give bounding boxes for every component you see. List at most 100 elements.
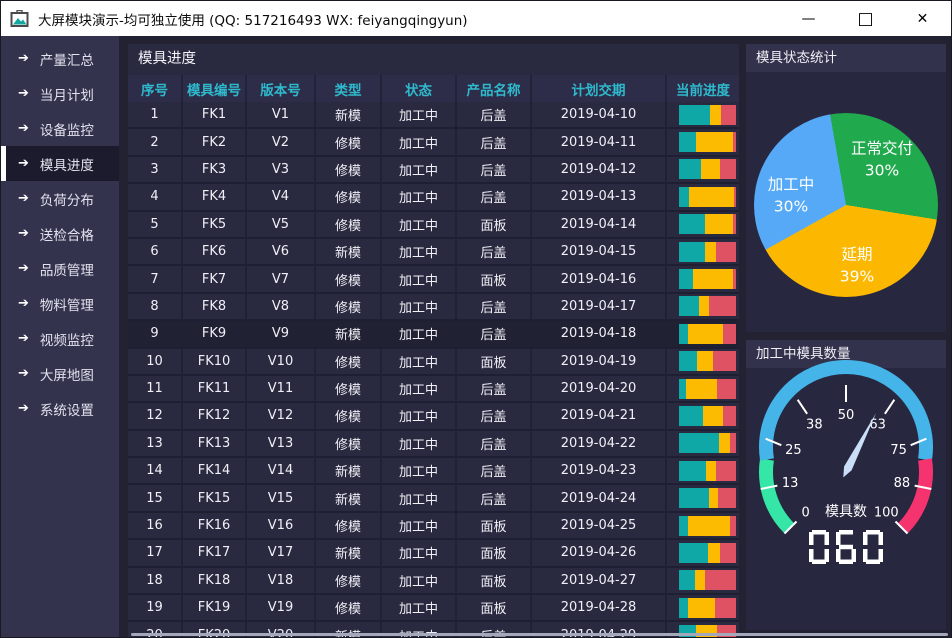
table-cell: 2019-04-26 xyxy=(532,540,667,565)
table-cell: FK10 xyxy=(183,349,247,374)
progress-bar xyxy=(679,570,736,590)
table-cell: 4 xyxy=(128,184,183,209)
progress-bar xyxy=(679,187,736,207)
progress-cell xyxy=(667,239,739,264)
progress-done xyxy=(679,242,705,262)
table-row[interactable]: 15FK15V15新模加工中后盖2019-04-24 xyxy=(128,485,739,512)
sidebar-item[interactable]: ➔物料管理 xyxy=(1,286,119,321)
table-cell: 2019-04-27 xyxy=(532,568,667,593)
close-button[interactable]: ✕ xyxy=(894,1,951,36)
progress-delay xyxy=(721,105,736,125)
table-cell: V7 xyxy=(247,266,316,291)
progress-doing xyxy=(709,488,719,508)
table-row[interactable]: 6FK6V6新模加工中后盖2019-04-15 xyxy=(128,239,739,266)
table-cell: 修模 xyxy=(316,349,382,374)
table-row[interactable]: 5FK5V5修模加工中面板2019-04-14 xyxy=(128,212,739,239)
minimize-button[interactable]: — xyxy=(780,1,837,36)
progress-doing xyxy=(688,598,715,618)
progress-cell xyxy=(667,595,739,620)
table-row[interactable]: 18FK18V18修模加工中面板2019-04-27 xyxy=(128,568,739,595)
table-row[interactable]: 14FK14V14新模加工中后盖2019-04-23 xyxy=(128,458,739,485)
table-cell: 加工中 xyxy=(382,184,457,209)
progress-doing xyxy=(701,159,720,179)
table-cell: 2019-04-21 xyxy=(532,403,667,428)
table-row[interactable]: 12FK12V12修模加工中后盖2019-04-21 xyxy=(128,403,739,430)
sidebar-item-label: 视频监控 xyxy=(40,329,94,349)
table-cell: V5 xyxy=(247,212,316,237)
progress-delay xyxy=(717,379,736,399)
maximize-button[interactable]: □ xyxy=(837,1,894,36)
progress-cell xyxy=(667,376,739,401)
table-cell: 修模 xyxy=(316,376,382,401)
arrow-icon: ➔ xyxy=(18,401,29,416)
gauge-tick-label: 63 xyxy=(869,418,886,433)
progress-delay xyxy=(733,132,736,152)
progress-cell xyxy=(667,485,739,510)
table-cell: 18 xyxy=(128,568,183,593)
table-cell: V2 xyxy=(247,129,316,154)
sidebar-item[interactable]: ➔模具进度 xyxy=(1,146,119,181)
progress-cell xyxy=(667,568,739,593)
table-cell: 加工中 xyxy=(382,513,457,538)
table-cell: 13 xyxy=(128,431,183,456)
sidebar-item[interactable]: ➔大屏地图 xyxy=(1,356,119,391)
table-cell: 2019-04-12 xyxy=(532,157,667,182)
bottom-scrollbar[interactable] xyxy=(131,633,948,636)
sidebar-item[interactable]: ➔品质管理 xyxy=(1,251,119,286)
table-cell: 后盖 xyxy=(457,485,532,510)
digit-segment xyxy=(863,549,868,562)
table-row[interactable]: 16FK16V16修模加工中面板2019-04-25 xyxy=(128,513,739,540)
table-row[interactable]: 19FK19V19修模加工中面板2019-04-28 xyxy=(128,595,739,622)
table-cell: 2019-04-25 xyxy=(532,513,667,538)
digit-segment xyxy=(812,530,826,535)
table-cell: 后盖 xyxy=(457,403,532,428)
table-cell: 2019-04-24 xyxy=(532,485,667,510)
table-cell: V18 xyxy=(247,568,316,593)
sidebar-item[interactable]: ➔送检合格 xyxy=(1,216,119,251)
table-cell: 修模 xyxy=(316,266,382,291)
sidebar-item[interactable]: ➔当月计划 xyxy=(1,76,119,111)
table-cell: 2019-04-14 xyxy=(532,212,667,237)
table-cell: 加工中 xyxy=(382,102,457,127)
table-row[interactable]: 7FK7V7修模加工中面板2019-04-16 xyxy=(128,266,739,293)
sidebar-item[interactable]: ➔系统设置 xyxy=(1,391,119,426)
table-cell: 11 xyxy=(128,376,183,401)
progress-cell xyxy=(667,349,739,374)
table-cell: FK15 xyxy=(183,485,247,510)
sidebar-item[interactable]: ➔产量汇总 xyxy=(1,41,119,76)
table-row[interactable]: 2FK2V2修模加工中后盖2019-04-11 xyxy=(128,129,739,156)
table-cell: FK12 xyxy=(183,403,247,428)
table-row[interactable]: 11FK11V11修模加工中后盖2019-04-20 xyxy=(128,376,739,403)
sidebar-item[interactable]: ➔设备监控 xyxy=(1,111,119,146)
table-row[interactable]: 8FK8V8修模加工中后盖2019-04-17 xyxy=(128,294,739,321)
progress-doing xyxy=(688,324,723,344)
table-row[interactable]: 17FK17V17新模加工中面板2019-04-26 xyxy=(128,540,739,567)
table-row[interactable]: 1FK1V1新模加工中后盖2019-04-10 xyxy=(128,102,739,129)
progress-bar xyxy=(679,516,736,536)
progress-done xyxy=(679,461,706,481)
gauge-tick-label: 0 xyxy=(802,505,810,520)
gauge-tick-label: 25 xyxy=(785,443,802,458)
table-cell: 修模 xyxy=(316,157,382,182)
column-header: 版本号 xyxy=(247,75,316,102)
progress-bar xyxy=(679,159,736,179)
progress-delay xyxy=(733,269,736,289)
table-row[interactable]: 9FK9V9新模加工中后盖2019-04-18 xyxy=(128,321,739,348)
progress-cell xyxy=(667,294,739,319)
progress-delay xyxy=(734,187,736,207)
progress-delay xyxy=(720,159,736,179)
column-header: 产品名称 xyxy=(457,75,532,102)
mold-status-panel: 模具状态统计 正常交付30%延期39%加工中30% xyxy=(746,44,946,332)
sidebar-item[interactable]: ➔负荷分布 xyxy=(1,181,119,216)
table-row[interactable]: 13FK13V13修模加工中后盖2019-04-22 xyxy=(128,431,739,458)
progress-done xyxy=(679,324,688,344)
table-row[interactable]: 10FK10V10修模加工中面板2019-04-19 xyxy=(128,349,739,376)
table-row[interactable]: 3FK3V3修模加工中后盖2019-04-12 xyxy=(128,157,739,184)
progress-done xyxy=(679,379,686,399)
progress-done xyxy=(679,516,688,536)
table-row[interactable]: 4FK4V4修模加工中后盖2019-04-13 xyxy=(128,184,739,211)
progress-bar xyxy=(679,379,736,399)
sidebar-item[interactable]: ➔视频监控 xyxy=(1,321,119,356)
progress-delay xyxy=(716,461,736,481)
progress-doing xyxy=(686,379,717,399)
